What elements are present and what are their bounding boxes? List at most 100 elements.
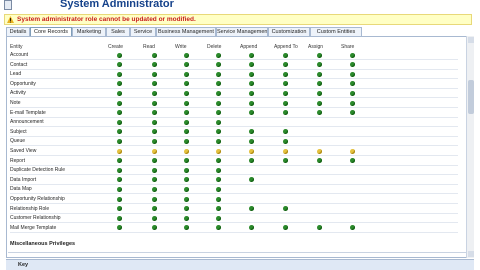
- row-divider: [10, 212, 458, 214]
- user-level-privilege-icon[interactable]: [184, 148, 189, 154]
- organization-level-privilege-icon[interactable]: [249, 100, 254, 106]
- row-divider: [10, 135, 458, 137]
- organization-level-privilege-icon[interactable]: [249, 90, 254, 96]
- column-header-delete: Delete: [207, 44, 222, 50]
- organization-level-privilege-icon[interactable]: [184, 138, 189, 144]
- user-level-privilege-icon[interactable]: [283, 148, 288, 154]
- tab-business-management[interactable]: Business Management: [156, 27, 216, 36]
- organization-level-privilege-icon[interactable]: [184, 119, 189, 125]
- organization-level-privilege-icon[interactable]: [117, 119, 122, 125]
- organization-level-privilege-icon[interactable]: [152, 52, 157, 58]
- organization-level-privilege-icon[interactable]: [216, 186, 221, 192]
- column-header-share: Share: [341, 44, 355, 50]
- organization-level-privilege-icon[interactable]: [350, 90, 355, 96]
- column-header-read: Read: [143, 44, 155, 50]
- organization-level-privilege-icon[interactable]: [152, 167, 157, 173]
- organization-level-privilege-icon[interactable]: [216, 138, 221, 144]
- row-divider: [10, 78, 458, 80]
- organization-level-privilege-icon[interactable]: [152, 90, 157, 96]
- organization-level-privilege-icon[interactable]: [216, 215, 221, 221]
- scrollbar-thumb[interactable]: [468, 80, 474, 114]
- tab-service-management[interactable]: Service Management: [216, 27, 268, 36]
- row-divider: [10, 116, 458, 118]
- organization-level-privilege-icon[interactable]: [317, 71, 322, 77]
- organization-level-privilege-icon[interactable]: [117, 71, 122, 77]
- organization-level-privilege-icon[interactable]: [350, 100, 355, 106]
- organization-level-privilege-icon[interactable]: [350, 52, 355, 58]
- organization-level-privilege-icon[interactable]: [152, 100, 157, 106]
- organization-level-privilege-icon[interactable]: [117, 196, 122, 202]
- entity-label: Subject: [10, 128, 27, 135]
- column-header-write: Write: [175, 44, 187, 50]
- tab-service[interactable]: Service: [130, 27, 156, 36]
- organization-level-privilege-icon[interactable]: [184, 52, 189, 58]
- user-level-privilege-icon[interactable]: [249, 148, 254, 154]
- scroll-up-arrow-icon[interactable]: [468, 37, 474, 43]
- key-section[interactable]: Key: [6, 259, 474, 270]
- organization-level-privilege-icon[interactable]: [117, 100, 122, 106]
- entity-label: Contact: [10, 61, 28, 68]
- organization-level-privilege-icon[interactable]: [283, 90, 288, 96]
- tab-sales[interactable]: Sales: [106, 27, 130, 36]
- tab-marketing[interactable]: Marketing: [72, 27, 106, 36]
- organization-level-privilege-icon[interactable]: [184, 186, 189, 192]
- organization-level-privilege-icon[interactable]: [317, 90, 322, 96]
- organization-level-privilege-icon[interactable]: [184, 167, 189, 173]
- organization-level-privilege-icon[interactable]: [249, 52, 254, 58]
- organization-level-privilege-icon[interactable]: [184, 71, 189, 77]
- entity-label: Data Import: [10, 176, 37, 183]
- user-level-privilege-icon[interactable]: [216, 148, 221, 154]
- organization-level-privilege-icon[interactable]: [117, 90, 122, 96]
- organization-level-privilege-icon[interactable]: [283, 71, 288, 77]
- entity-label: Opportunity Relationship: [10, 196, 65, 202]
- organization-level-privilege-icon[interactable]: [152, 215, 157, 221]
- organization-level-privilege-icon[interactable]: [184, 90, 189, 96]
- user-level-privilege-icon[interactable]: [117, 148, 122, 154]
- organization-level-privilege-icon[interactable]: [216, 119, 221, 125]
- organization-level-privilege-icon[interactable]: [216, 167, 221, 173]
- organization-level-privilege-icon[interactable]: [117, 52, 122, 58]
- organization-level-privilege-icon[interactable]: [249, 138, 254, 144]
- row-divider: [10, 203, 458, 204]
- organization-level-privilege-icon[interactable]: [216, 71, 221, 77]
- organization-level-privilege-icon[interactable]: [117, 186, 122, 192]
- tab-customization[interactable]: Customization: [268, 27, 310, 36]
- entity-label: Announcement: [10, 119, 44, 126]
- organization-level-privilege-icon[interactable]: [184, 196, 189, 202]
- user-level-privilege-icon[interactable]: [350, 148, 355, 154]
- organization-level-privilege-icon[interactable]: [317, 100, 322, 106]
- organization-level-privilege-icon[interactable]: [152, 119, 157, 125]
- organization-level-privilege-icon[interactable]: [117, 138, 122, 144]
- column-header-assign: Assign: [308, 44, 324, 50]
- organization-level-privilege-icon[interactable]: [283, 138, 288, 144]
- column-header-create: Create: [108, 44, 124, 50]
- organization-level-privilege-icon[interactable]: [216, 52, 221, 58]
- organization-level-privilege-icon[interactable]: [283, 52, 288, 58]
- entity-label: E-mail Template: [10, 109, 46, 116]
- organization-level-privilege-icon[interactable]: [117, 167, 122, 173]
- organization-level-privilege-icon[interactable]: [184, 100, 189, 106]
- entity-label: Relationship Role: [10, 205, 50, 212]
- organization-level-privilege-icon[interactable]: [152, 186, 157, 192]
- row-divider: [10, 68, 458, 70]
- organization-level-privilege-icon[interactable]: [152, 138, 157, 144]
- organization-level-privilege-icon[interactable]: [152, 71, 157, 77]
- organization-level-privilege-icon[interactable]: [350, 71, 355, 77]
- tab-details[interactable]: Details: [6, 27, 30, 36]
- organization-level-privilege-icon[interactable]: [249, 71, 254, 77]
- scroll-down-arrow-icon[interactable]: [468, 251, 474, 257]
- organization-level-privilege-icon[interactable]: [216, 90, 221, 96]
- organization-level-privilege-icon[interactable]: [117, 215, 122, 221]
- organization-level-privilege-icon[interactable]: [216, 100, 221, 106]
- organization-level-privilege-icon[interactable]: [152, 196, 157, 202]
- user-level-privilege-icon[interactable]: [152, 148, 157, 154]
- entity-label: Duplicate Detection Rule: [10, 167, 66, 174]
- organization-level-privilege-icon[interactable]: [317, 52, 322, 58]
- tab-custom-entities[interactable]: Custom Entities: [310, 27, 362, 36]
- user-level-privilege-icon[interactable]: [317, 148, 322, 154]
- tab-core-records[interactable]: Core Records: [30, 27, 72, 36]
- vertical-scrollbar[interactable]: [466, 36, 474, 258]
- organization-level-privilege-icon[interactable]: [216, 196, 221, 202]
- organization-level-privilege-icon[interactable]: [283, 100, 288, 106]
- organization-level-privilege-icon[interactable]: [184, 215, 189, 221]
